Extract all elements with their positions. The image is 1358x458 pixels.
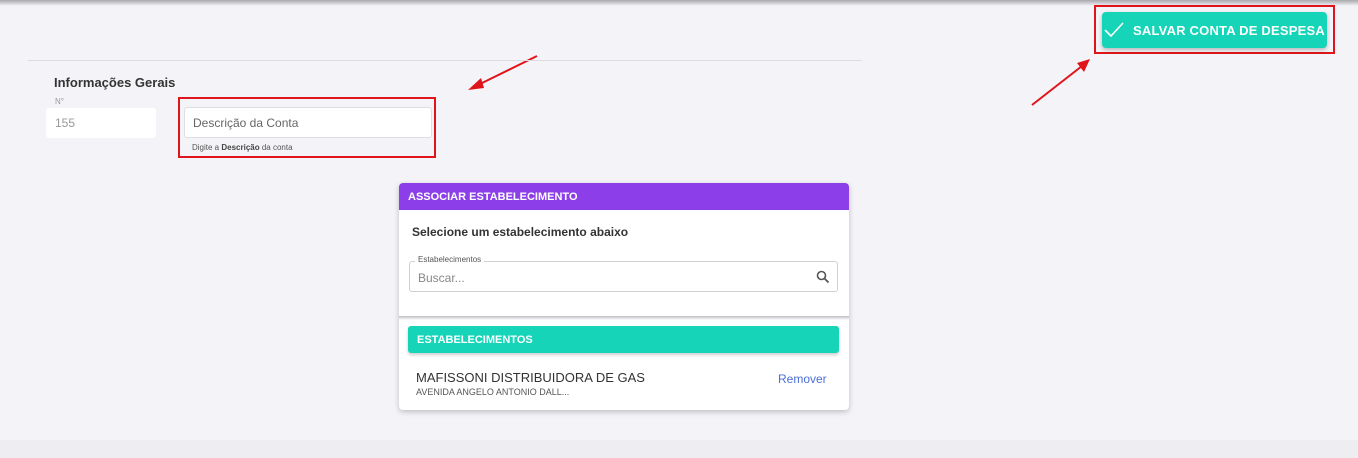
hint-prefix: Digite a [192, 143, 222, 152]
section-divider [28, 60, 862, 61]
description-highlight: Digite a Descrição da conta [178, 97, 436, 158]
number-label: N° [55, 97, 64, 106]
associate-establishment-card: ASSOCIAR ESTABELECIMENTO Selecione um es… [399, 183, 849, 410]
establishments-list-header: ESTABELECIMENTOS [408, 326, 839, 353]
section-title: Informações Gerais [54, 75, 176, 90]
card-subtitle: Selecione um estabelecimento abaixo [412, 225, 629, 239]
number-field: 155 [46, 108, 156, 138]
search-field-label: Estabelecimentos [415, 255, 485, 264]
establishment-address: AVENIDA ANGELO ANTONIO DALL... [416, 387, 570, 397]
search-input[interactable] [418, 270, 808, 286]
establishment-name: MAFISSONI DISTRIBUIDORA DE GAS [416, 370, 645, 385]
bottom-band [0, 440, 1358, 458]
list-item: MAFISSONI DISTRIBUIDORA DE GAS AVENIDA A… [399, 353, 849, 410]
description-input[interactable] [184, 107, 432, 138]
save-button-label: SALVAR CONTA DE DESPESA [1133, 22, 1325, 38]
remove-link[interactable]: Remover [778, 372, 827, 386]
save-expense-account-button[interactable]: SALVAR CONTA DE DESPESA [1102, 12, 1327, 48]
arrow-to-save-button [1031, 59, 1090, 106]
card-separator [399, 316, 849, 320]
hint-bold: Descrição [221, 143, 260, 152]
save-button-highlight: SALVAR CONTA DE DESPESA [1094, 5, 1335, 54]
establishment-search-field: Estabelecimentos [409, 255, 838, 292]
hint-suffix: da conta [259, 143, 293, 152]
check-icon [1104, 22, 1124, 38]
card-header: ASSOCIAR ESTABELECIMENTO [399, 183, 849, 210]
arrow-to-description [468, 55, 538, 90]
search-icon[interactable] [816, 270, 830, 284]
description-hint: Digite a Descrição da conta [192, 143, 293, 152]
